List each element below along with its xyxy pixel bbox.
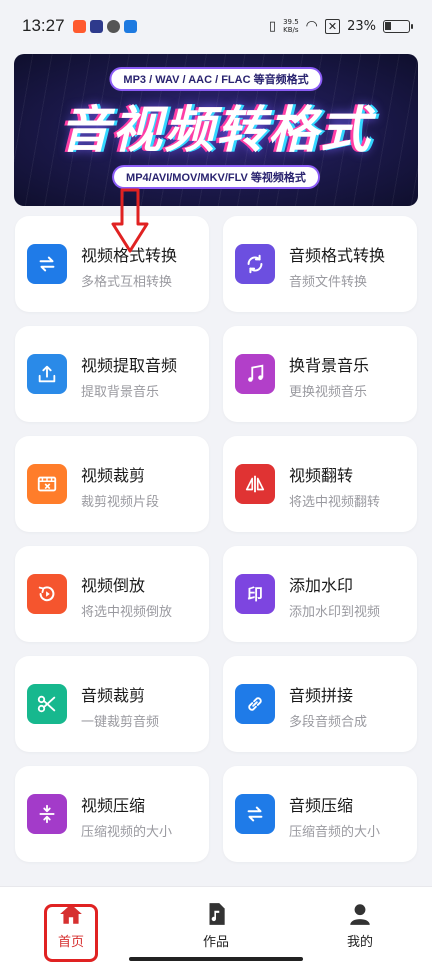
annotation-arrow-icon xyxy=(111,188,149,253)
card-subtitle: 将选中视频倒放 xyxy=(81,605,173,620)
scissors-icon xyxy=(27,684,67,724)
tab-works[interactable]: 作品 xyxy=(176,901,256,950)
card-title: 换背景音乐 xyxy=(289,356,370,375)
card-title: 音频拼接 xyxy=(289,686,354,705)
sim-icon: ✕ xyxy=(324,18,341,34)
network-speed: 39.5 KB/s xyxy=(283,18,299,34)
card-subtitle: 压缩视频的大小 xyxy=(81,825,173,840)
network-speed-value: 39.5 xyxy=(283,18,299,26)
flip-icon xyxy=(235,464,275,504)
card-title: 视频提取音频 xyxy=(81,356,178,375)
card-audio-format-convert[interactable]: 音频格式转换音频文件转换 xyxy=(223,216,417,312)
swap-icon xyxy=(27,244,67,284)
card-title: 视频翻转 xyxy=(289,466,354,485)
reverse-play-icon xyxy=(27,574,67,614)
battery-icon xyxy=(383,19,413,33)
tab-mine-label: 我的 xyxy=(346,935,373,950)
card-video-reverse[interactable]: 视频倒放将选中视频倒放 xyxy=(15,546,209,642)
card-subtitle: 更换视频音乐 xyxy=(289,385,368,400)
card-subtitle: 将选中视频翻转 xyxy=(289,495,381,510)
card-subtitle: 一键裁剪音频 xyxy=(81,715,160,730)
wifi-icon: ◠ xyxy=(305,18,318,34)
card-subtitle: 添加水印到视频 xyxy=(289,605,381,620)
banner-title: 音视频转格式 xyxy=(60,101,372,159)
notification-loop-icon xyxy=(106,19,120,33)
card-subtitle: 提取背景音乐 xyxy=(81,385,160,400)
card-title: 音频裁剪 xyxy=(81,686,146,705)
film-cut-icon xyxy=(27,464,67,504)
battery-percent: 23% xyxy=(347,18,376,34)
card-audio-merge[interactable]: 音频拼接多段音频合成 xyxy=(223,656,417,752)
card-extract-audio[interactable]: 视频提取音频提取背景音乐 xyxy=(15,326,209,422)
svg-text:印: 印 xyxy=(247,586,263,604)
swap-icon xyxy=(235,794,275,834)
vibrate-icon: ▯ xyxy=(268,18,277,34)
promo-banner[interactable]: MP3 / WAV / AAC / FLAC 等音频格式 音视频转格式 MP4/… xyxy=(14,54,418,206)
card-subtitle: 多段音频合成 xyxy=(289,715,368,730)
notification-pay-icon xyxy=(123,19,137,33)
banner-audio-formats: MP3 / WAV / AAC / FLAC 等音频格式 xyxy=(111,69,321,89)
tab-mine[interactable]: 我的 xyxy=(320,901,400,950)
card-video-flip[interactable]: 视频翻转将选中视频翻转 xyxy=(223,436,417,532)
card-audio-trim[interactable]: 音频裁剪一键裁剪音频 xyxy=(15,656,209,752)
upload-tray-icon xyxy=(27,354,67,394)
refresh-icon xyxy=(235,244,275,284)
tab-home[interactable]: 首页 xyxy=(31,901,111,962)
card-title: 添加水印 xyxy=(289,576,354,595)
card-title: 视频裁剪 xyxy=(81,466,146,485)
card-audio-compress[interactable]: 音频压缩压缩音频的大小 xyxy=(223,766,417,862)
home-highlight-box xyxy=(44,904,98,962)
card-subtitle: 压缩音频的大小 xyxy=(289,825,381,840)
card-subtitle: 音频文件转换 xyxy=(289,275,368,290)
network-speed-unit: KB/s xyxy=(283,26,299,34)
card-video-compress[interactable]: 视频压缩压缩视频的大小 xyxy=(15,766,209,862)
card-title: 视频压缩 xyxy=(81,796,146,815)
card-title: 视频倒放 xyxy=(81,576,146,595)
card-subtitle: 多格式互相转换 xyxy=(81,275,173,290)
card-subtitle: 裁剪视频片段 xyxy=(81,495,160,510)
music-note-icon xyxy=(235,354,275,394)
notification-play-icon xyxy=(89,19,103,33)
music-file-icon xyxy=(209,903,225,925)
watermark-stamp-icon: 印 xyxy=(235,574,275,614)
card-title: 音频压缩 xyxy=(289,796,354,815)
card-video-trim[interactable]: 视频裁剪裁剪视频片段 xyxy=(15,436,209,532)
notification-app-icon xyxy=(72,19,86,33)
user-icon xyxy=(350,904,370,925)
compress-icon xyxy=(27,794,67,834)
status-time: 13:27 xyxy=(22,16,65,35)
card-replace-bgm[interactable]: 换背景音乐更换视频音乐 xyxy=(223,326,417,422)
tab-works-label: 作品 xyxy=(202,935,229,950)
card-title: 音频格式转换 xyxy=(289,246,386,265)
card-add-watermark[interactable]: 印 添加水印添加水印到视频 xyxy=(223,546,417,642)
bottom-nav: 首页 作品 我的 xyxy=(0,886,432,964)
link-icon xyxy=(235,684,275,724)
status-bar: 13:27 ▯ 39.5 KB/s ◠ ✕ 23% xyxy=(0,0,432,52)
banner-video-formats: MP4/AVI/MOV/MKV/FLV 等视频格式 xyxy=(114,167,318,187)
gesture-handle[interactable] xyxy=(129,957,303,961)
